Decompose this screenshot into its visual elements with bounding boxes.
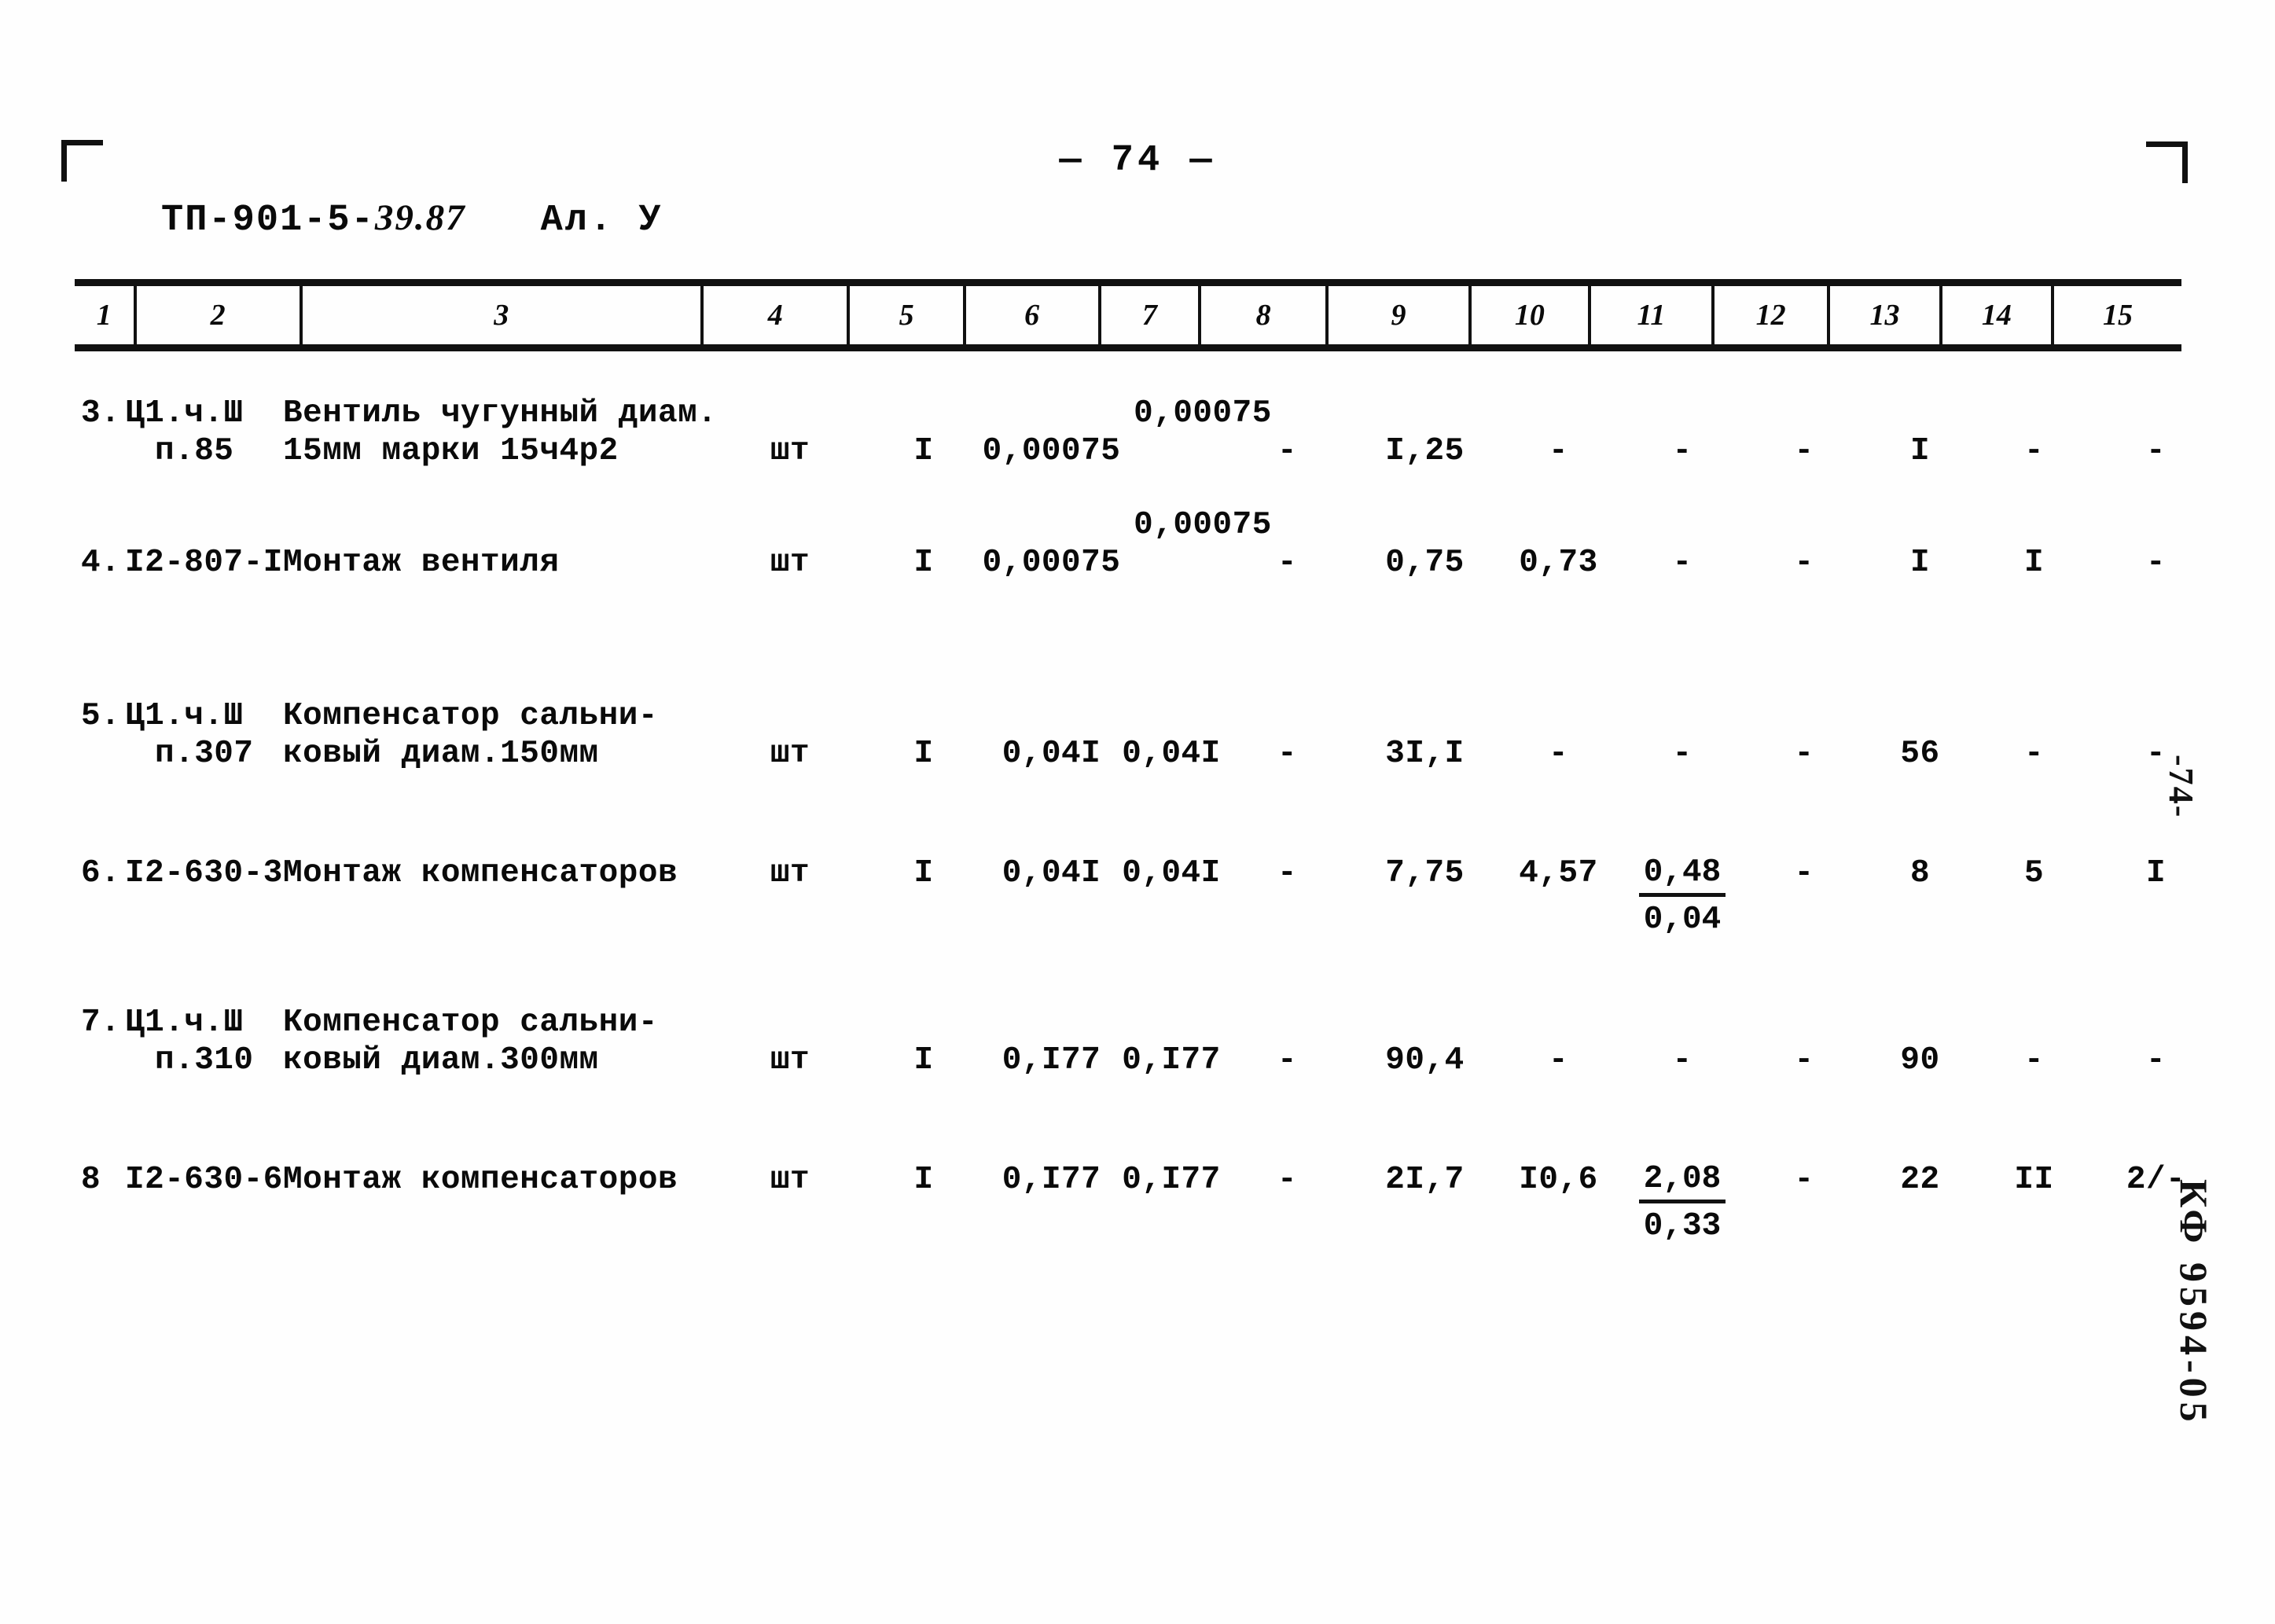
row-description-line1: Компенсатор сальни- xyxy=(283,1005,658,1041)
table-row: 7. Ц1.ч.Ш п.310 Компенсатор сальни-ковый ди… xyxy=(75,1004,2181,1122)
row-col15: - xyxy=(2145,545,2167,581)
row-col6-superscript: 0,00075 xyxy=(1134,507,1272,543)
document-code: ТП-901-5-39.87 Ал. У xyxy=(161,197,663,241)
row-col15: I xyxy=(2145,855,2167,891)
column-header-5: 5 xyxy=(850,286,966,344)
document-page: — 74 — ТП-901-5-39.87 Ал. У 1 2 3 4 5 6 7 8 9 10 11… xyxy=(0,0,2275,1624)
table-header-row: 1 2 3 4 5 6 7 8 9 10 11 12 13 14 15 xyxy=(75,286,2181,344)
row-code-line1: Ц1.ч.Ш xyxy=(125,395,244,432)
table-row: 6. I2-630-3 Монтаж компенсаторов шт I 0,04I 0,… xyxy=(75,854,2181,972)
specification-table: 1 2 3 4 5 6 7 8 9 10 11 12 13 14 15 3. Ц1.ч.Ш п.85 Вентил… xyxy=(75,279,2185,1475)
column-header-4: 4 xyxy=(704,286,851,344)
column-header-9: 9 xyxy=(1329,286,1472,344)
row-code-line2: п.310 xyxy=(155,1042,254,1078)
column-header-1: 1 xyxy=(75,286,137,344)
table-row: 8 I2-630-6 Монтаж компенсаторов шт I 0,I77 0,I… xyxy=(75,1161,2185,1279)
row-col15: - xyxy=(2145,736,2167,772)
row-col15: - xyxy=(2145,433,2167,469)
album-label: Ал. У xyxy=(540,200,663,241)
column-header-2: 2 xyxy=(137,286,303,344)
row-description-line2: 15мм марки 15ч4р2 xyxy=(283,433,619,469)
column-header-10: 10 xyxy=(1472,286,1591,344)
table-row: 4. I2-807-I Монтаж вентиля шт I 0,00075 0,0007… xyxy=(75,507,2181,662)
row-description-line1: Монтаж компенсаторов xyxy=(283,855,678,891)
column-header-13: 13 xyxy=(1830,286,1942,344)
row-index: 4. xyxy=(81,545,121,581)
row-description-line1: Монтаж вентиля xyxy=(283,545,560,581)
column-header-12: 12 xyxy=(1715,286,1831,344)
column-header-15: 15 xyxy=(2102,299,2133,332)
table-row: 3. Ц1.ч.Ш п.85 Вентиль чугунный диам. 15мм м… xyxy=(75,395,2181,513)
column-header-3: 3 xyxy=(303,286,704,344)
row-description-line1: Вентиль чугунный диам. xyxy=(283,395,718,432)
row-index: 5. xyxy=(81,698,121,734)
row-code-line1: Ц1.ч.Ш xyxy=(125,1005,244,1041)
margin-page-mark: -74- xyxy=(2162,755,2200,819)
row-index: 3. xyxy=(81,395,121,432)
row-code-line2: п.85 xyxy=(155,433,234,469)
document-code-suffix: 39.87 xyxy=(374,197,466,238)
row-code-line2: п.307 xyxy=(155,736,254,772)
row-index: 8 xyxy=(81,1162,101,1198)
column-header-6: 6 xyxy=(966,286,1101,344)
row-description-line2: ковый диам.150мм xyxy=(283,736,599,772)
column-header-8: 8 xyxy=(1201,286,1329,344)
row-code-line1: I2-630-6 xyxy=(125,1162,283,1198)
column-header-7: 7 xyxy=(1101,286,1202,344)
table-body: 3. Ц1.ч.Ш п.85 Вентиль чугунный диам. 15мм м… xyxy=(75,351,2185,1475)
row-description-line1: Компенсатор сальни- xyxy=(283,698,658,734)
row-col6-superscript: 0,00075 xyxy=(1134,395,1272,432)
row-col11-denominator: 0,04 xyxy=(1643,902,1722,939)
row-col15: - xyxy=(2145,1042,2167,1078)
row-code-line1: Ц1.ч.Ш xyxy=(125,698,244,734)
row-code-line1: I2-630-3 xyxy=(125,855,283,891)
table-header-bottom-rule xyxy=(75,344,2181,351)
row-index: 7. xyxy=(81,1005,121,1041)
row-col11-denominator: 0,33 xyxy=(1643,1208,1722,1245)
table-row: 5. Ц1.ч.Ш п.307 Компенсатор сальни-ковый ди… xyxy=(75,697,2181,815)
column-header-11: 11 xyxy=(1591,286,1715,344)
table-top-rule xyxy=(75,279,2181,286)
row-description-line1: Монтаж компенсаторов xyxy=(283,1162,678,1198)
row-index: 6. xyxy=(81,855,121,891)
row-col15: 2/- xyxy=(2126,1162,2186,1198)
row-description-line2: ковый диам.300мм xyxy=(283,1042,599,1078)
column-header-14: 14 xyxy=(1942,286,2055,344)
document-code-prefix: ТП-901-5- xyxy=(161,200,375,241)
row-code-line1: I2-807-I xyxy=(125,545,283,581)
archive-stamp: КФ 9594-05 xyxy=(2172,1179,2216,1427)
page-number: — 74 — xyxy=(1059,140,1216,182)
